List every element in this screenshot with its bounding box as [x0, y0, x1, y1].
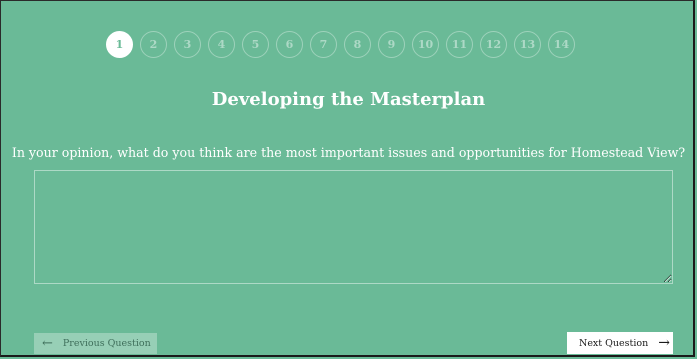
step-8[interactable]: 8: [344, 31, 371, 58]
step-14[interactable]: 14: [548, 31, 575, 58]
step-4[interactable]: 4: [208, 31, 235, 58]
step-indicator: 1 2 3 4 5 6 7 8 9 10 11 12 13 14: [106, 31, 575, 58]
step-12[interactable]: 12: [480, 31, 507, 58]
answer-textarea[interactable]: [34, 170, 673, 284]
step-6[interactable]: 6: [276, 31, 303, 58]
previous-question-button[interactable]: ← Previous Question: [34, 333, 157, 354]
step-13[interactable]: 13: [514, 31, 541, 58]
step-7[interactable]: 7: [310, 31, 337, 58]
arrow-left-icon: ←: [42, 336, 53, 351]
step-2[interactable]: 2: [140, 31, 167, 58]
step-1[interactable]: 1: [106, 31, 133, 58]
step-9[interactable]: 9: [378, 31, 405, 58]
next-question-button[interactable]: Next Question →: [567, 332, 673, 354]
step-10[interactable]: 10: [412, 31, 439, 58]
step-3[interactable]: 3: [174, 31, 201, 58]
previous-question-label: Previous Question: [62, 338, 151, 349]
step-5[interactable]: 5: [242, 31, 269, 58]
page-title: Developing the Masterplan: [211, 89, 486, 110]
arrow-right-icon: →: [658, 335, 670, 351]
question-text: In your opinion, what do you think are t…: [11, 145, 686, 160]
next-question-label: Next Question: [579, 337, 649, 349]
step-11[interactable]: 11: [446, 31, 473, 58]
